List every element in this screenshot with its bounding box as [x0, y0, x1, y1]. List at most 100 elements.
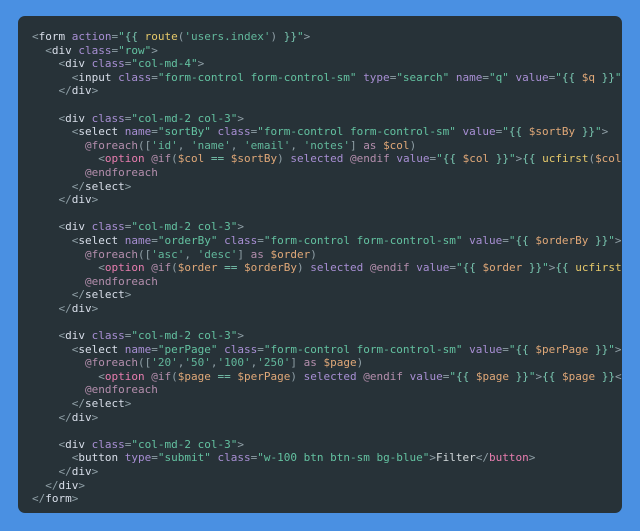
token-punc: >	[303, 30, 311, 43]
token-sstr: 'users.index'	[184, 30, 271, 43]
token-punc: =	[449, 261, 456, 275]
token-punc: >	[91, 84, 99, 98]
code-line: <select name="orderBy" class="form-contr…	[32, 234, 622, 247]
token-tagw: div	[71, 301, 92, 315]
code-line: <div class="col-md-4">	[32, 57, 205, 71]
code-line: </select>	[32, 288, 132, 302]
token-punc: >	[237, 111, 244, 125]
token-attrname: class	[91, 329, 125, 343]
token-tagw: div	[65, 437, 85, 451]
token-str: "	[508, 233, 516, 247]
code-block[interactable]: <form action="{{ route('users.index') }}…	[32, 30, 622, 506]
token-tagw: select	[78, 342, 119, 356]
token-tagw: div	[65, 57, 85, 71]
token-str: "	[614, 70, 622, 84]
token-punc: ]	[237, 247, 244, 261]
token-punc: </	[58, 410, 72, 424]
token-str: "perPage"	[157, 342, 218, 356]
token-punc: </	[475, 451, 490, 465]
token-str: "form-control form-control-sm"	[263, 342, 463, 356]
token-attrname: name	[124, 233, 152, 247]
code-line: </div>	[32, 193, 99, 207]
code-line: @endforeach	[32, 166, 158, 179]
token-str: "	[455, 261, 463, 275]
token-punc: </	[614, 369, 622, 383]
token-str: "search"	[396, 70, 450, 84]
token-blade: @foreach	[84, 247, 138, 261]
token-braces: {{	[442, 152, 456, 166]
token-var: $order	[270, 247, 311, 261]
token-blade: as	[303, 356, 317, 370]
token-punc: ,	[177, 138, 185, 152]
token-tag: option	[104, 152, 145, 166]
token-tagw: div	[71, 410, 92, 424]
token-blade: @endforeach	[84, 383, 158, 397]
code-line: <button type="submit" class="w-100 btn b…	[32, 451, 536, 465]
code-line: @endforeach	[32, 275, 158, 288]
token-str: "col-md-2 col-3"	[131, 329, 238, 343]
code-line: <option @if($order == $orderBy) selected…	[32, 261, 622, 274]
token-tagw: select	[85, 179, 125, 193]
token-braces: {{	[522, 152, 536, 166]
token-blade: @endif	[369, 261, 410, 275]
code-line: <select name="perPage" class="form-contr…	[32, 343, 622, 356]
code-panel: <form action="{{ route('users.index') }}…	[18, 16, 622, 513]
token-punc: >	[71, 492, 79, 506]
token-sstr: 'asc'	[151, 247, 185, 261]
token-punc: </	[58, 84, 72, 98]
token-str: "sortBy"	[157, 125, 211, 139]
token-tagw: select	[78, 233, 119, 247]
token-var: $order	[482, 261, 523, 275]
token-punc: (	[171, 261, 178, 275]
token-var: $perPage	[237, 369, 291, 383]
token-sstr: 'desc'	[197, 247, 238, 261]
token-tag: button	[489, 451, 529, 465]
token-braces: }}	[515, 369, 529, 383]
token-sstr: '50'	[184, 356, 211, 370]
token-braces: }}	[495, 152, 509, 166]
token-str: "	[436, 152, 443, 166]
token-punc: </	[58, 193, 72, 207]
token-str: "col-md-4"	[131, 57, 198, 71]
code-line: </div>	[32, 301, 99, 315]
token-punc: (	[171, 152, 178, 166]
token-braces: {{	[455, 369, 470, 383]
token-op: ==	[210, 152, 225, 166]
token-blade: as	[363, 138, 377, 152]
token-tagw: select	[85, 288, 125, 302]
token-punc: >	[78, 478, 85, 492]
token-tagw: input	[78, 70, 112, 84]
token-punc: >	[528, 451, 536, 465]
token-punc: >	[237, 437, 244, 451]
token-attrname: class	[91, 437, 125, 451]
token-punc: </	[71, 397, 85, 411]
token-punc: ]	[290, 356, 297, 370]
token-punc: >	[124, 397, 132, 411]
token-punc: ,	[184, 247, 191, 261]
token-attrname: class	[91, 57, 125, 71]
token-str: "form-control form-control-sm"	[257, 125, 456, 139]
token-blade: @endif	[363, 369, 403, 383]
token-blade: @endforeach	[84, 165, 158, 179]
token-var: $sortBy	[230, 152, 278, 166]
token-attrname: value	[469, 342, 503, 356]
token-blade: @foreach	[84, 356, 138, 370]
token-attrname: class	[217, 451, 251, 465]
token-fn: ucfirst	[542, 152, 589, 166]
token-punc: >	[91, 193, 99, 207]
token-tagw: div	[71, 84, 92, 98]
token-tag: option	[104, 261, 145, 275]
token-var: $order	[177, 261, 218, 275]
token-punc: ([	[137, 356, 152, 370]
token-braces: {{	[561, 70, 576, 84]
token-str: "	[508, 342, 516, 356]
token-sstr: '100'	[217, 356, 251, 370]
token-punc: </	[45, 478, 59, 492]
token-text: Filter	[436, 451, 476, 465]
token-sstr: 'name'	[190, 138, 231, 152]
token-str: "orderBy"	[157, 233, 218, 247]
token-blade: @endif	[349, 152, 390, 166]
token-braces: }}	[601, 70, 615, 84]
token-punc: =	[257, 342, 264, 356]
token-attrname: name	[455, 70, 483, 84]
